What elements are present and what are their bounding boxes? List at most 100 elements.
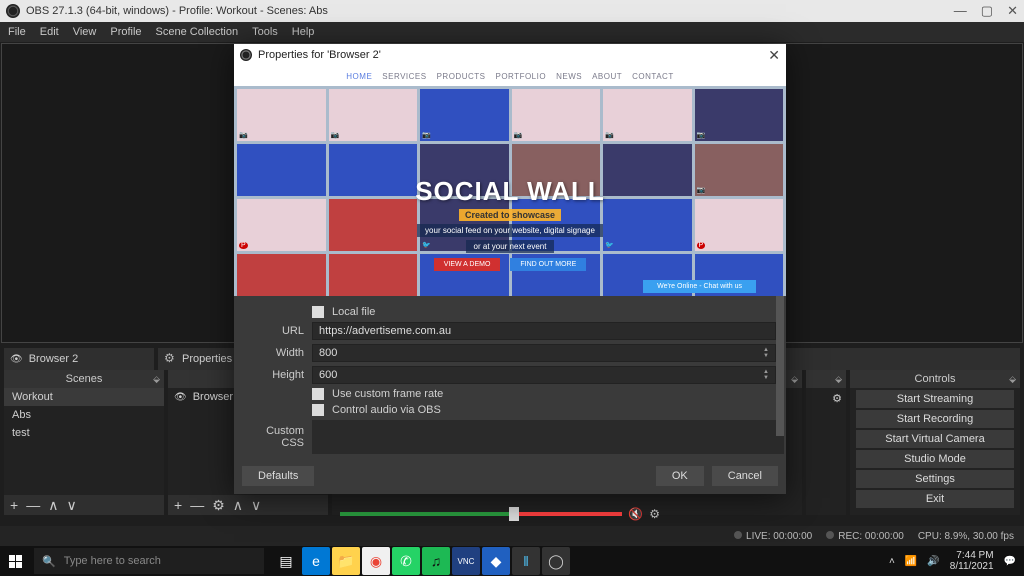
system-tray: ˄ 📶 🔊 7:44 PM 8/11/2021 💬: [881, 550, 1024, 572]
nav-portfolio: PORTFOLIO: [495, 72, 546, 81]
clock[interactable]: 7:44 PM 8/11/2021: [950, 550, 994, 572]
ok-button[interactable]: OK: [656, 466, 704, 486]
kodi-icon[interactable]: ◆: [482, 547, 510, 575]
spotify-icon[interactable]: ♫: [422, 547, 450, 575]
nav-products: PRODUCTS: [437, 72, 486, 81]
controls-header: Controls: [915, 373, 956, 385]
custom-frame-rate-checkbox[interactable]: [312, 388, 324, 400]
audio-channel-strip: 🔇 ⚙: [340, 505, 660, 523]
menu-profile[interactable]: Profile: [110, 26, 141, 38]
start-recording-button[interactable]: Start Recording: [856, 410, 1014, 428]
url-label: URL: [244, 325, 304, 337]
exit-button[interactable]: Exit: [856, 490, 1014, 508]
properties-button[interactable]: Properties: [158, 348, 238, 370]
explorer-icon[interactable]: 📁: [332, 547, 360, 575]
scene-down-button[interactable]: ∨: [66, 497, 76, 514]
defaults-button[interactable]: Defaults: [242, 466, 314, 486]
width-input[interactable]: 800▲▼: [312, 344, 776, 362]
menu-file[interactable]: File: [8, 26, 26, 38]
menu-view[interactable]: View: [73, 26, 97, 38]
scene-item-test[interactable]: test: [4, 424, 164, 442]
panel-menu-icon[interactable]: ⬙: [153, 374, 160, 385]
source-settings-button[interactable]: ⚙: [212, 497, 225, 514]
chrome-icon[interactable]: ◉: [362, 547, 390, 575]
obs-taskbar-icon[interactable]: ◯: [542, 547, 570, 575]
local-file-checkbox[interactable]: [312, 306, 324, 318]
network-icon[interactable]: 📶: [905, 556, 917, 567]
panel-menu-icon[interactable]: ⬙: [835, 374, 842, 385]
remove-scene-button[interactable]: —: [26, 497, 40, 513]
dialog-footer: Defaults OK Cancel: [234, 458, 786, 494]
tray-up-icon[interactable]: ˄: [889, 556, 895, 567]
hero-line2: or at your next event: [466, 240, 555, 253]
cpu-status: CPU: 8.9%, 30.00 fps: [918, 531, 1014, 542]
custom-css-label: Custom CSS: [244, 425, 304, 449]
hero-subtitle: Created to showcase: [459, 209, 561, 221]
nav-home: HOME: [346, 72, 372, 81]
source-down-button[interactable]: ∨: [251, 497, 261, 514]
control-audio-checkbox[interactable]: [312, 404, 324, 416]
audio-settings-icon[interactable]: ⚙: [649, 507, 660, 521]
menu-help[interactable]: Help: [292, 26, 315, 38]
custom-css-input[interactable]: [312, 420, 776, 454]
height-input[interactable]: 600▲▼: [312, 366, 776, 384]
vnc-icon[interactable]: VNC: [452, 547, 480, 575]
form-scrollbar[interactable]: [776, 296, 784, 454]
minimize-button[interactable]: —: [954, 3, 967, 19]
scenes-panel: Scenes ⬙ Workout Abs test + — ∧ ∨: [4, 370, 164, 515]
start-streaming-button[interactable]: Start Streaming: [856, 390, 1014, 408]
scene-up-button[interactable]: ∧: [48, 497, 58, 514]
url-input[interactable]: [312, 322, 776, 340]
task-view-icon[interactable]: ▤: [272, 547, 300, 575]
taskbar-apps: ▤ e 📁 ◉ ✆ ♫ VNC ◆ ‖ ◯: [272, 547, 570, 575]
view-demo-button: VIEW A DEMO: [434, 258, 501, 271]
menu-edit[interactable]: Edit: [40, 26, 59, 38]
properties-label: Properties: [182, 353, 232, 365]
add-scene-button[interactable]: +: [10, 497, 18, 513]
find-out-more-button: FIND OUT MORE: [510, 258, 586, 271]
studio-mode-button[interactable]: Studio Mode: [856, 450, 1014, 468]
menu-tools[interactable]: Tools: [252, 26, 278, 38]
start-virtual-camera-button[interactable]: Start Virtual Camera: [856, 430, 1014, 448]
obs-logo-icon: [6, 4, 20, 18]
close-button[interactable]: ✕: [1007, 3, 1018, 19]
settings-button[interactable]: Settings: [856, 470, 1014, 488]
maximize-button[interactable]: ▢: [981, 3, 993, 19]
transition-settings-icon[interactable]: ⚙: [832, 392, 842, 405]
nav-about: ABOUT: [592, 72, 622, 81]
window-title: OBS 27.1.3 (64-bit, windows) - Profile: …: [26, 5, 328, 17]
hero-title: SOCIAL WALL: [234, 176, 786, 207]
controls-panel: Controls ⬙ Start Streaming Start Recordin…: [850, 370, 1020, 515]
menu-scene-collection[interactable]: Scene Collection: [156, 26, 239, 38]
whatsapp-icon[interactable]: ✆: [392, 547, 420, 575]
mute-button[interactable]: 🔇: [628, 507, 643, 521]
site-nav: HOME SERVICES PRODUCTS PORTFOLIO NEWS AB…: [234, 66, 786, 86]
scene-item-abs[interactable]: Abs: [4, 406, 164, 424]
panel-menu-icon[interactable]: ⬙: [791, 374, 798, 385]
volume-handle[interactable]: [509, 507, 519, 521]
cancel-button[interactable]: Cancel: [712, 466, 778, 486]
scene-item-workout[interactable]: Workout: [4, 388, 164, 406]
dialog-close-button[interactable]: ✕: [768, 47, 780, 64]
taskbar-search[interactable]: 🔍 Type here to search: [34, 548, 264, 574]
remove-source-button[interactable]: —: [190, 497, 204, 513]
properties-dialog: Properties for 'Browser 2' ✕ HOME SERVIC…: [234, 44, 786, 494]
nav-contact: CONTACT: [632, 72, 674, 81]
browser-source-preview: HOME SERVICES PRODUCTS PORTFOLIO NEWS AB…: [234, 66, 786, 296]
edge-icon[interactable]: e: [302, 547, 330, 575]
volume-slider[interactable]: [340, 512, 622, 516]
height-label: Height: [244, 369, 304, 381]
search-icon: 🔍: [42, 555, 56, 568]
eye-icon: [10, 353, 23, 365]
notifications-icon[interactable]: 💬: [1004, 556, 1016, 567]
rec-status: REC: 00:00:00: [826, 531, 904, 542]
width-label: Width: [244, 347, 304, 359]
start-button[interactable]: [0, 546, 30, 576]
volume-icon[interactable]: 🔊: [927, 556, 939, 567]
app-icon[interactable]: ‖: [512, 547, 540, 575]
scenes-header: Scenes: [66, 373, 103, 385]
source-up-button[interactable]: ∧: [233, 497, 243, 514]
add-source-button[interactable]: +: [174, 497, 182, 513]
panel-menu-icon[interactable]: ⬙: [1009, 374, 1016, 385]
visibility-toggle-icon[interactable]: [174, 391, 187, 403]
